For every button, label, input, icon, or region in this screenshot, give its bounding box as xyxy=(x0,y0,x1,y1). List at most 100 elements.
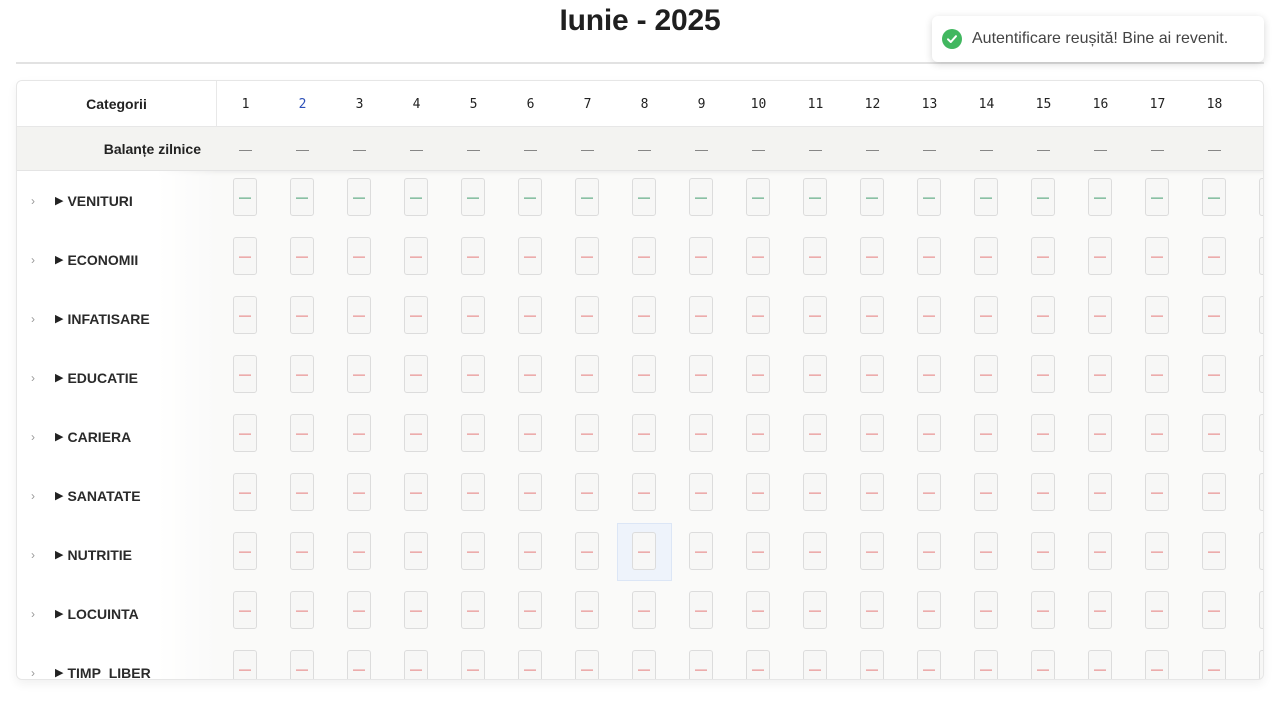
value-cell[interactable]: — xyxy=(1031,650,1055,679)
day-header-5[interactable]: 5 xyxy=(445,81,502,127)
value-cell[interactable]: — xyxy=(632,296,656,334)
value-cell[interactable]: — xyxy=(1202,650,1226,679)
value-cell[interactable]: — xyxy=(1088,296,1112,334)
value-cell[interactable]: — xyxy=(575,414,599,452)
value-cell[interactable]: — xyxy=(917,296,941,334)
value-cell[interactable]: — xyxy=(518,296,542,334)
day-header-16[interactable]: 16 xyxy=(1072,81,1129,127)
value-cell[interactable]: — xyxy=(1145,355,1169,393)
value-cell[interactable]: — xyxy=(917,650,941,679)
category-toggle-locuinta[interactable]: › ▶ LOCUINTA xyxy=(17,584,217,643)
value-cell[interactable]: — xyxy=(803,532,827,570)
value-cell[interactable]: — xyxy=(1088,591,1112,629)
value-cell[interactable]: — xyxy=(632,414,656,452)
value-cell[interactable]: — xyxy=(290,473,314,511)
value-cell[interactable]: — xyxy=(575,355,599,393)
day-header-13[interactable]: 13 xyxy=(901,81,958,127)
value-cell[interactable]: — xyxy=(1088,355,1112,393)
value-cell[interactable]: — xyxy=(290,414,314,452)
value-cell[interactable]: — xyxy=(689,414,713,452)
value-cell[interactable]: — xyxy=(632,532,656,570)
value-cell[interactable]: — xyxy=(575,296,599,334)
value-cell[interactable]: — xyxy=(803,650,827,679)
value-cell[interactable]: — xyxy=(860,650,884,679)
value-cell[interactable]: — xyxy=(575,237,599,275)
value-cell[interactable]: — xyxy=(1259,355,1263,393)
value-cell[interactable]: — xyxy=(746,178,770,216)
value-cell[interactable]: — xyxy=(860,237,884,275)
value-cell[interactable]: — xyxy=(575,473,599,511)
value-cell[interactable]: — xyxy=(1031,473,1055,511)
value-cell[interactable]: — xyxy=(1145,414,1169,452)
value-cell[interactable]: — xyxy=(632,650,656,679)
value-cell[interactable]: — xyxy=(347,237,371,275)
day-header-1[interactable]: 1 xyxy=(217,81,274,127)
value-cell[interactable]: — xyxy=(518,532,542,570)
value-cell[interactable]: — xyxy=(518,591,542,629)
value-cell[interactable]: — xyxy=(803,473,827,511)
day-header-10[interactable]: 10 xyxy=(730,81,787,127)
value-cell[interactable]: — xyxy=(1088,414,1112,452)
value-cell[interactable]: — xyxy=(1202,532,1226,570)
value-cell[interactable]: — xyxy=(860,296,884,334)
value-cell[interactable]: — xyxy=(233,532,257,570)
value-cell[interactable]: — xyxy=(461,473,485,511)
value-cell[interactable]: — xyxy=(974,178,998,216)
value-cell[interactable]: — xyxy=(1088,178,1112,216)
value-cell[interactable]: — xyxy=(518,355,542,393)
value-cell[interactable]: — xyxy=(518,650,542,679)
value-cell[interactable]: — xyxy=(1088,473,1112,511)
value-cell[interactable]: — xyxy=(404,414,428,452)
category-toggle-economii[interactable]: › ▶ ECONOMII xyxy=(17,230,217,289)
value-cell[interactable]: — xyxy=(233,178,257,216)
value-cell[interactable]: — xyxy=(974,591,998,629)
value-cell[interactable]: — xyxy=(347,296,371,334)
day-header-2[interactable]: 2 xyxy=(274,81,331,127)
value-cell[interactable]: — xyxy=(974,237,998,275)
category-toggle-timp_liber[interactable]: › ▶ TIMP_LIBER xyxy=(17,643,217,679)
value-cell[interactable]: — xyxy=(803,296,827,334)
value-cell[interactable]: — xyxy=(233,237,257,275)
value-cell[interactable]: — xyxy=(461,591,485,629)
value-cell[interactable]: — xyxy=(1145,178,1169,216)
value-cell[interactable]: — xyxy=(1259,650,1263,679)
value-cell[interactable]: — xyxy=(575,178,599,216)
value-cell[interactable]: — xyxy=(461,237,485,275)
value-cell[interactable]: — xyxy=(1259,473,1263,511)
value-cell[interactable]: — xyxy=(1259,296,1263,334)
value-cell[interactable]: — xyxy=(689,650,713,679)
value-cell[interactable]: — xyxy=(347,650,371,679)
value-cell[interactable]: — xyxy=(1088,650,1112,679)
value-cell[interactable]: — xyxy=(347,591,371,629)
value-cell[interactable]: — xyxy=(974,355,998,393)
value-cell[interactable]: — xyxy=(404,355,428,393)
value-cell[interactable]: — xyxy=(1031,591,1055,629)
value-cell[interactable]: — xyxy=(518,414,542,452)
value-cell[interactable]: — xyxy=(1145,650,1169,679)
value-cell[interactable]: — xyxy=(746,296,770,334)
value-cell[interactable]: — xyxy=(1202,296,1226,334)
value-cell[interactable]: — xyxy=(347,532,371,570)
value-cell[interactable]: — xyxy=(803,237,827,275)
day-header-12[interactable]: 12 xyxy=(844,81,901,127)
value-cell[interactable]: — xyxy=(1259,178,1263,216)
value-cell[interactable]: — xyxy=(404,532,428,570)
value-cell[interactable]: — xyxy=(1202,355,1226,393)
day-header-11[interactable]: 11 xyxy=(787,81,844,127)
value-cell[interactable]: — xyxy=(347,414,371,452)
category-toggle-infatisare[interactable]: › ▶ INFATISARE xyxy=(17,289,217,348)
value-cell[interactable]: — xyxy=(689,296,713,334)
value-cell[interactable]: — xyxy=(632,355,656,393)
value-cell[interactable]: — xyxy=(689,532,713,570)
value-cell[interactable]: — xyxy=(746,237,770,275)
value-cell[interactable]: — xyxy=(803,414,827,452)
day-header-3[interactable]: 3 xyxy=(331,81,388,127)
value-cell[interactable]: — xyxy=(1202,414,1226,452)
value-cell[interactable]: — xyxy=(689,355,713,393)
value-cell[interactable]: — xyxy=(974,296,998,334)
value-cell[interactable]: — xyxy=(917,355,941,393)
success-toast[interactable]: Autentificare reușită! Bine ai revenit. xyxy=(932,16,1264,62)
value-cell[interactable]: — xyxy=(860,178,884,216)
value-cell[interactable]: — xyxy=(1088,532,1112,570)
value-cell[interactable]: — xyxy=(860,414,884,452)
